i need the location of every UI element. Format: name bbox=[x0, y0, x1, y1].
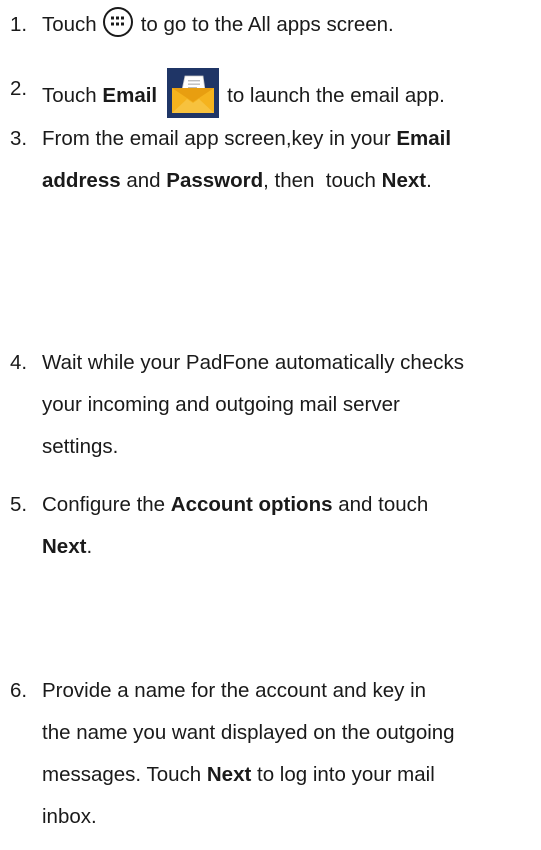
password-label: Password bbox=[166, 169, 264, 192]
step-text: and bbox=[126, 169, 161, 192]
step-number: 3. bbox=[10, 127, 28, 150]
step-text: settings. bbox=[42, 435, 119, 458]
all-apps-icon bbox=[102, 7, 133, 37]
step-text: messages. Touch bbox=[42, 763, 202, 786]
email-label: Email bbox=[102, 84, 158, 107]
step-text: From the email app screen,key in your bbox=[42, 127, 391, 150]
step-text: Provide a name for the account and key i… bbox=[42, 679, 427, 702]
next-label: Next bbox=[42, 535, 87, 558]
step-text: Touch bbox=[42, 13, 97, 36]
step-number: 6. bbox=[10, 679, 28, 702]
step-text: to go to the All apps screen. bbox=[140, 13, 394, 36]
step-text: , then touch bbox=[263, 169, 376, 192]
next-label: Next bbox=[381, 169, 427, 192]
email-app-icon bbox=[167, 68, 220, 118]
step-text: Wait while your PadFone automatically ch… bbox=[42, 351, 464, 374]
step-text: . bbox=[426, 169, 432, 192]
step-number: 1. bbox=[10, 13, 28, 36]
step-text: Configure the bbox=[42, 493, 166, 516]
next-label: Next bbox=[206, 763, 252, 786]
address-label: address bbox=[42, 169, 121, 192]
account-options-label: Account options bbox=[170, 493, 333, 516]
step-number: 5. bbox=[10, 493, 28, 516]
step-number: 4. bbox=[10, 351, 28, 374]
step-text: inbox. bbox=[42, 805, 97, 828]
step-text: Touch bbox=[42, 84, 97, 107]
step-text: . bbox=[86, 535, 93, 558]
step-text: the name you want displayed on the outgo… bbox=[42, 721, 455, 744]
step-text: and touch bbox=[338, 493, 429, 516]
step-number: 2. bbox=[10, 77, 28, 100]
step-text: your incoming and outgoing mail server bbox=[42, 393, 400, 416]
email-label: Email bbox=[396, 127, 452, 150]
step-text: to log into your mail bbox=[257, 763, 435, 786]
step-text: to launch the email app. bbox=[227, 84, 445, 107]
